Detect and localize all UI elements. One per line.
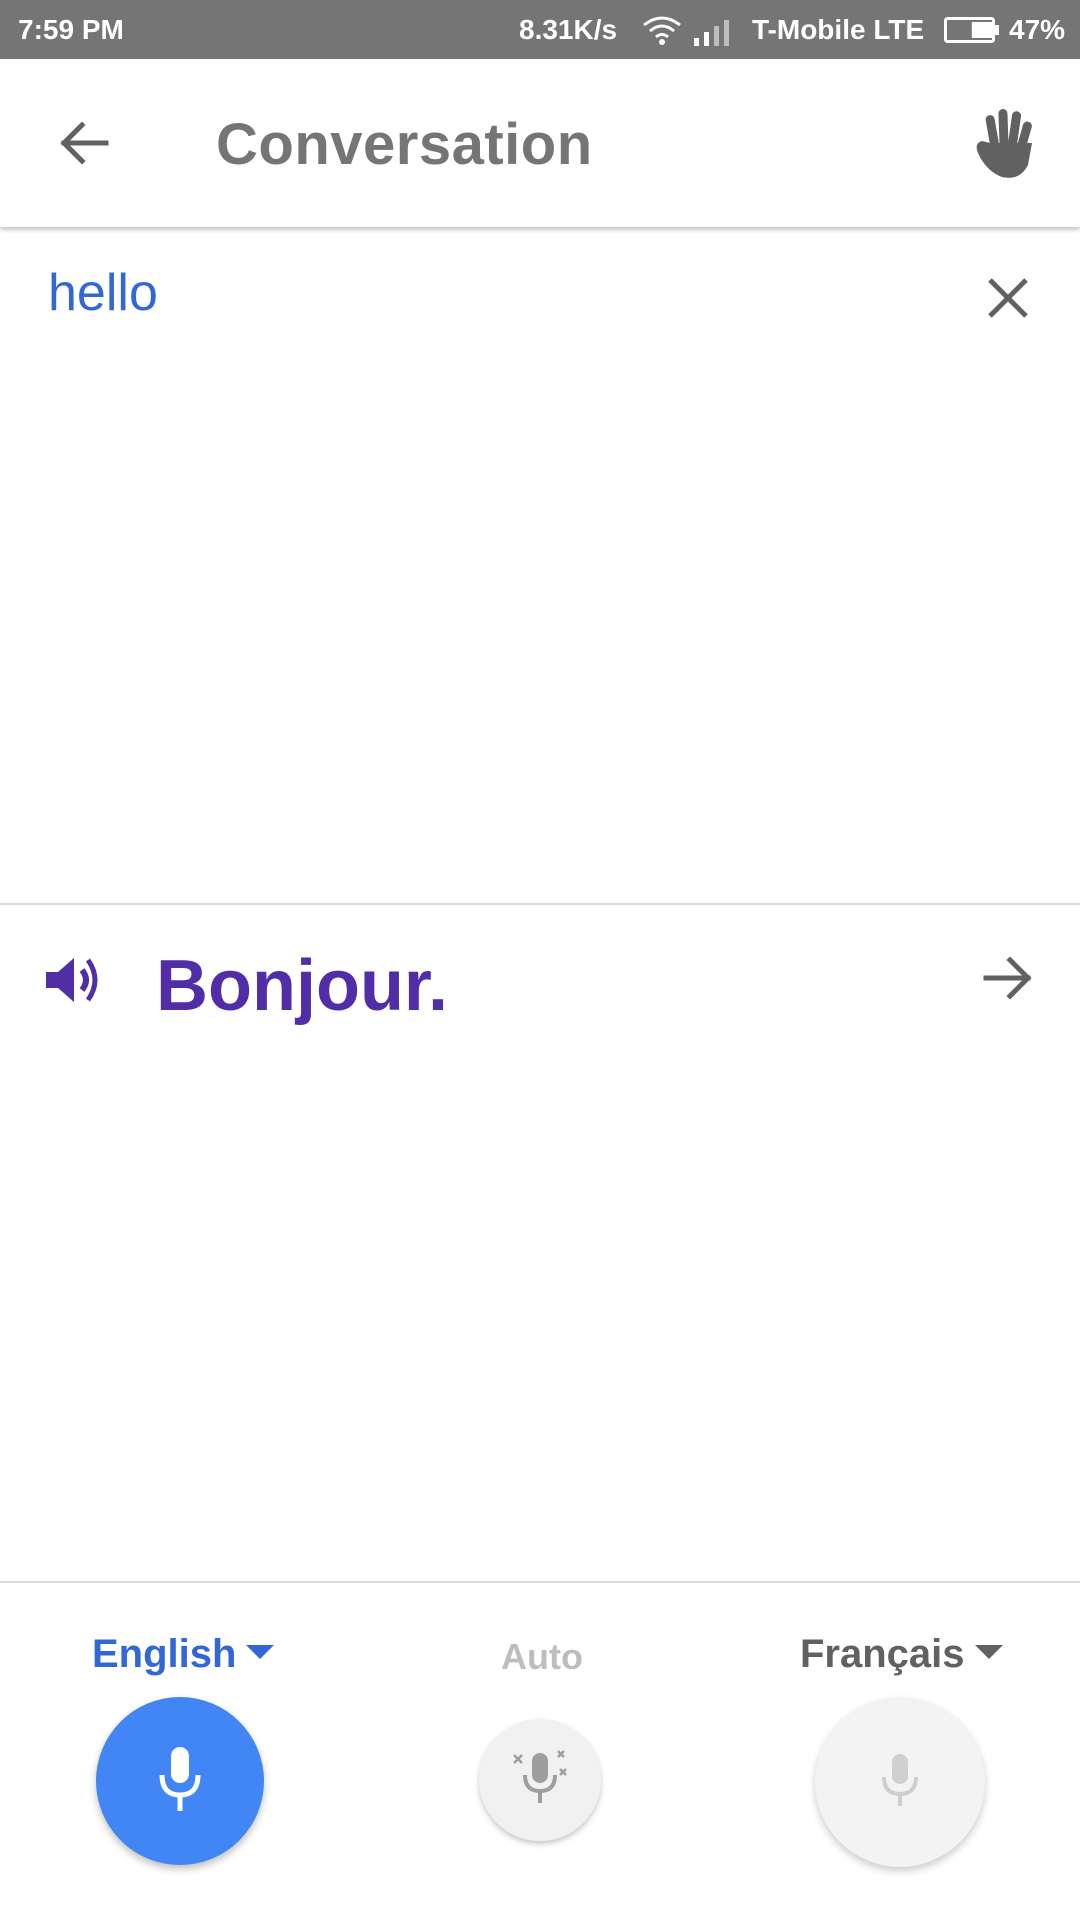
bottom-divider (0, 1581, 1080, 1583)
battery-icon (944, 17, 999, 43)
hand-wave-icon[interactable] (968, 107, 1040, 181)
auto-mic-button[interactable] (479, 1719, 601, 1841)
source-language-selector[interactable]: English (92, 1632, 275, 1677)
wifi-icon (643, 16, 681, 45)
target-language-label: Français (800, 1632, 965, 1676)
app-bar: Conversation (0, 59, 1080, 227)
status-time: 7:59 PM (18, 14, 124, 45)
french-mic-button[interactable] (815, 1697, 985, 1867)
microphone-icon (159, 1747, 201, 1811)
source-pane: hello (0, 227, 1080, 903)
back-arrow-icon[interactable] (52, 111, 116, 175)
forward-arrow-icon[interactable] (980, 950, 1036, 1006)
battery-percent: 47% (1009, 14, 1066, 45)
translation-text[interactable]: Bonjour. (156, 945, 448, 1027)
source-language-label: English (92, 1632, 237, 1676)
signal-icon (694, 20, 729, 46)
network-speed: 8.31K/s (519, 14, 618, 45)
carrier-label: T-Mobile LTE (752, 14, 925, 45)
english-mic-button[interactable] (96, 1697, 264, 1865)
caret-down-icon (974, 1645, 1003, 1660)
status-bar: 7:59 PM 8.31K/s T-Mobile LTE 47% (0, 0, 1080, 59)
pane-divider (0, 903, 1080, 905)
auto-label: Auto (501, 1636, 583, 1677)
speaker-icon[interactable] (40, 948, 104, 1012)
auto-microphone-icon (513, 1750, 567, 1803)
close-icon[interactable] (980, 270, 1036, 326)
source-text[interactable]: hello (48, 263, 158, 323)
page-title: Conversation (216, 112, 593, 177)
target-language-selector[interactable]: Français (800, 1632, 1003, 1677)
microphone-icon (882, 1754, 918, 1806)
caret-down-icon (246, 1645, 275, 1660)
